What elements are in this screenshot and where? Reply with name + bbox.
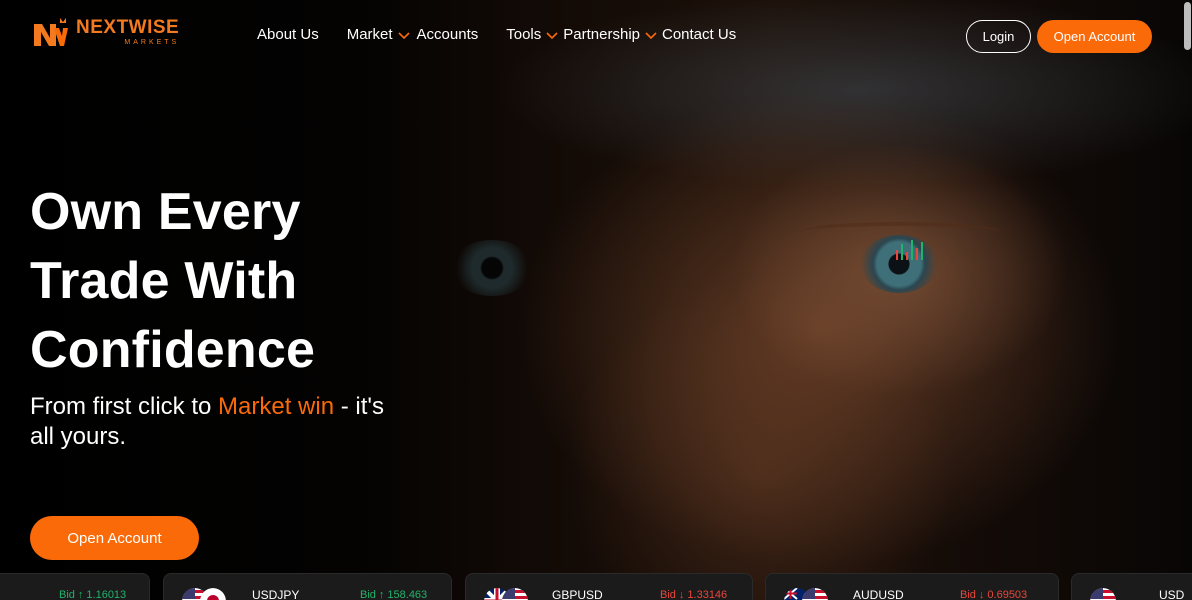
- bid-label: Bid: [660, 589, 676, 600]
- nav-label: Tools: [506, 26, 542, 43]
- main-nav: About Us Market Accounts Tools Partnersh…: [257, 26, 736, 43]
- ticker-card[interactable]: AUDUSD Bid ↓ 0.69503: [765, 573, 1059, 600]
- chevron-down-icon: [645, 31, 657, 39]
- hero-subheadline: From first click to Market win - it's al…: [30, 392, 410, 452]
- hero-headline: Own Every Trade With Confidence: [30, 183, 316, 379]
- bid-value: 158.463: [387, 589, 428, 600]
- hero-image-left-eye: [450, 240, 534, 296]
- brand-subtitle: MARKETS: [124, 38, 180, 46]
- brand-name: NEXTWISE: [76, 16, 180, 38]
- bid-label: Bid: [360, 589, 376, 600]
- chevron-down-icon: [397, 31, 410, 39]
- jp-flag-icon: [200, 588, 226, 600]
- ticker-card[interactable]: GBPUSD Bid ↓ 1.33146: [465, 573, 753, 600]
- login-button[interactable]: Login: [966, 20, 1031, 53]
- page-scrollbar[interactable]: [1184, 2, 1191, 50]
- price-ticker: Bid ↑ 1.16013 USDJPY Bid ↑ 158.463 GBPUS…: [0, 573, 1192, 600]
- ticker-card[interactable]: USDJPY Bid ↑ 158.463: [163, 573, 452, 600]
- bid-value: 1.16013: [86, 589, 127, 600]
- hero-sub-accent: Market win: [218, 393, 335, 420]
- bid-label: Bid: [59, 589, 75, 600]
- bid-price: Bid ↓ 0.69503: [960, 589, 1027, 600]
- us-flag-icon: [502, 588, 528, 600]
- brand-logo[interactable]: NEXTWISE MARKETS: [32, 16, 179, 48]
- nextwise-logo-icon: [34, 18, 68, 46]
- bid-value: 0.69503: [987, 589, 1028, 600]
- ticker-pair: USDJPY: [252, 588, 300, 600]
- arrow-up-icon: ↑: [378, 589, 385, 600]
- ticker-pair: AUDUSD: [853, 588, 904, 600]
- arrow-down-icon: ↓: [678, 589, 685, 600]
- ticker-card[interactable]: USD: [1071, 573, 1192, 600]
- nav-tools[interactable]: Tools: [506, 26, 559, 43]
- bid-label: Bid: [960, 589, 976, 600]
- ticker-pair: USD: [1159, 588, 1185, 600]
- nav-about-us[interactable]: About Us: [257, 26, 319, 43]
- bid-price: Bid ↑ 1.16013: [59, 589, 126, 600]
- chevron-down-icon: [546, 31, 558, 39]
- us-flag-icon: [802, 588, 828, 600]
- nav-partnership[interactable]: Partnership: [563, 26, 658, 43]
- bid-price: Bid ↓ 1.33146: [660, 589, 727, 600]
- open-account-header-button[interactable]: Open Account: [1037, 20, 1152, 53]
- nav-label: Contact Us: [662, 26, 737, 43]
- nav-label: Partnership: [563, 26, 640, 43]
- nav-accounts[interactable]: Accounts: [417, 26, 479, 43]
- bid-price: Bid ↑ 158.463: [360, 589, 427, 600]
- ticker-pair: GBPUSD: [552, 588, 603, 600]
- bid-value: 1.33146: [687, 589, 728, 600]
- nav-contact-us[interactable]: Contact Us: [662, 26, 736, 43]
- site-header: NEXTWISE MARKETS About Us Market Account…: [0, 0, 1192, 70]
- hero-sub-text: From first click to: [30, 393, 219, 420]
- nav-label: Market: [346, 26, 393, 43]
- arrow-up-icon: ↑: [77, 589, 84, 600]
- candlestick-reflection-icon: [896, 240, 923, 260]
- nav-label: Accounts: [416, 26, 479, 43]
- open-account-hero-button[interactable]: Open Account: [30, 516, 199, 560]
- arrow-down-icon: ↓: [978, 589, 985, 600]
- us-flag-icon: [1090, 588, 1116, 600]
- nav-market[interactable]: Market: [347, 26, 411, 43]
- nav-label: About Us: [257, 26, 319, 43]
- ticker-card[interactable]: Bid ↑ 1.16013: [0, 573, 150, 600]
